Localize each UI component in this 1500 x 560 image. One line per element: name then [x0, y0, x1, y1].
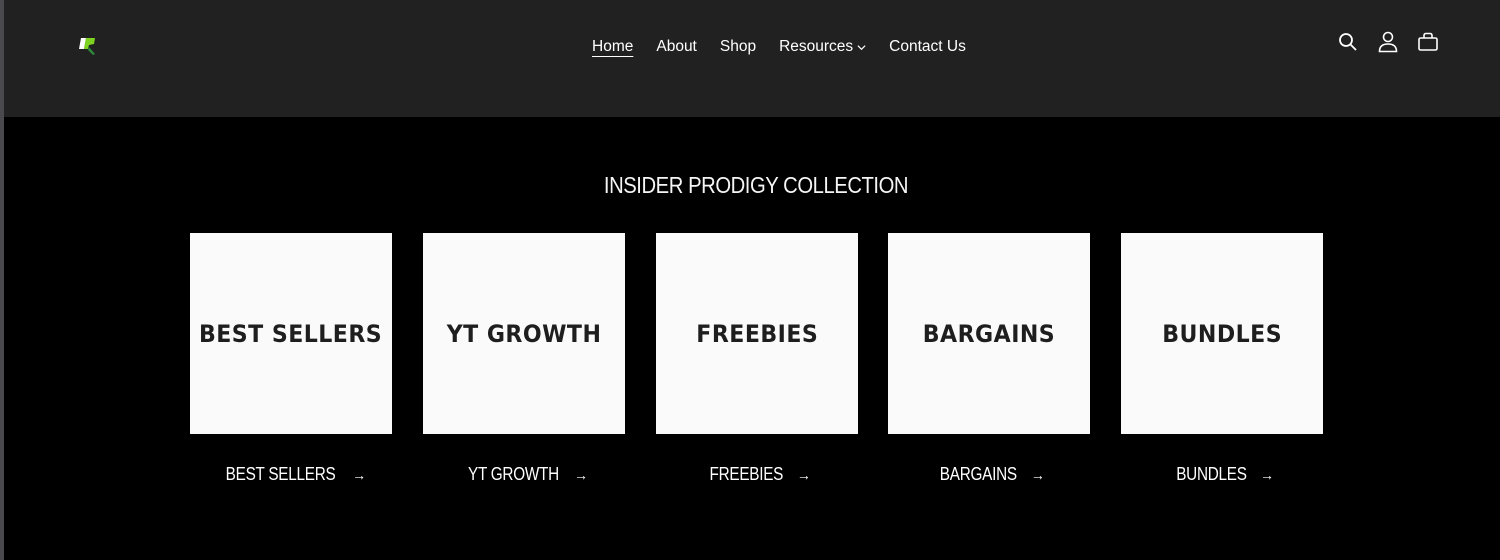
nav-contact-label: Contact Us — [889, 38, 966, 55]
nav-about[interactable]: About — [656, 36, 697, 58]
collection-image-text: YT GROWTH — [446, 319, 602, 348]
nav-resources[interactable]: Resources — [779, 36, 866, 58]
nav-home[interactable]: Home — [592, 36, 633, 58]
main-nav: Home About Shop Resources Contact Us — [592, 36, 989, 58]
nav-resources-label: Resources — [779, 38, 854, 55]
collection-image-text: BUNDLES — [1162, 319, 1282, 348]
arrow-right-icon: → — [573, 467, 588, 483]
search-icon — [1339, 33, 1357, 51]
nav-shop-label: Shop — [719, 38, 757, 55]
section-title: INSIDER PRODIGY COLLECTION — [603, 172, 909, 198]
collection-label: BARGAINS — [939, 464, 1017, 484]
nav-about-label: About — [656, 38, 697, 55]
logo-link[interactable] — [78, 35, 98, 57]
collection-label: YT GROWTH — [468, 464, 559, 484]
arrow-right-icon: → — [352, 467, 367, 483]
collection-card-bundles[interactable]: BUNDLES — [1121, 233, 1323, 434]
arrow-right-icon: → — [796, 467, 811, 483]
collection-label: FREEBIES — [709, 464, 784, 484]
search-button[interactable] — [1337, 30, 1359, 54]
collection-image-text: FREEBIES — [696, 319, 818, 348]
header-icons — [1337, 30, 1439, 54]
collection-link-bargains[interactable]: BARGAINS → — [888, 464, 1090, 485]
arrow-right-icon: → — [1259, 467, 1274, 483]
nav-contact[interactable]: Contact Us — [889, 36, 966, 58]
logo-icon — [79, 38, 95, 55]
collection-link-yt-growth[interactable]: YT GROWTH → — [423, 464, 625, 485]
cart-button[interactable] — [1417, 30, 1439, 54]
site-header: Home About Shop Resources Contact Us — [4, 0, 1500, 117]
collection-section: INSIDER PRODIGY COLLECTION BEST SELLERS … — [4, 117, 1500, 560]
collection-card-bargains[interactable]: BARGAINS — [888, 233, 1090, 434]
arrow-right-icon: → — [1030, 467, 1045, 483]
collection-image-text: BARGAINS — [922, 319, 1056, 348]
collection-link-bundles[interactable]: BUNDLES → — [1121, 464, 1323, 485]
collection-card-yt-growth[interactable]: YT GROWTH — [423, 233, 625, 434]
chevron-down-icon — [857, 44, 866, 50]
account-icon — [1378, 31, 1398, 53]
collection-card-best-sellers[interactable]: BEST SELLERS — [190, 233, 392, 434]
cart-icon — [1418, 32, 1438, 51]
nav-home-label: Home — [592, 38, 634, 55]
nav-shop[interactable]: Shop — [720, 36, 756, 58]
collection-card-freebies[interactable]: FREEBIES — [656, 233, 858, 434]
account-button[interactable] — [1377, 30, 1399, 54]
collection-link-best-sellers[interactable]: BEST SELLERS → — [190, 464, 392, 485]
collection-link-freebies[interactable]: FREEBIES → — [656, 464, 858, 485]
collection-label: BUNDLES — [1176, 464, 1247, 484]
collection-label: BEST SELLERS — [225, 464, 336, 484]
collection-image-text: BEST SELLERS — [199, 319, 383, 348]
